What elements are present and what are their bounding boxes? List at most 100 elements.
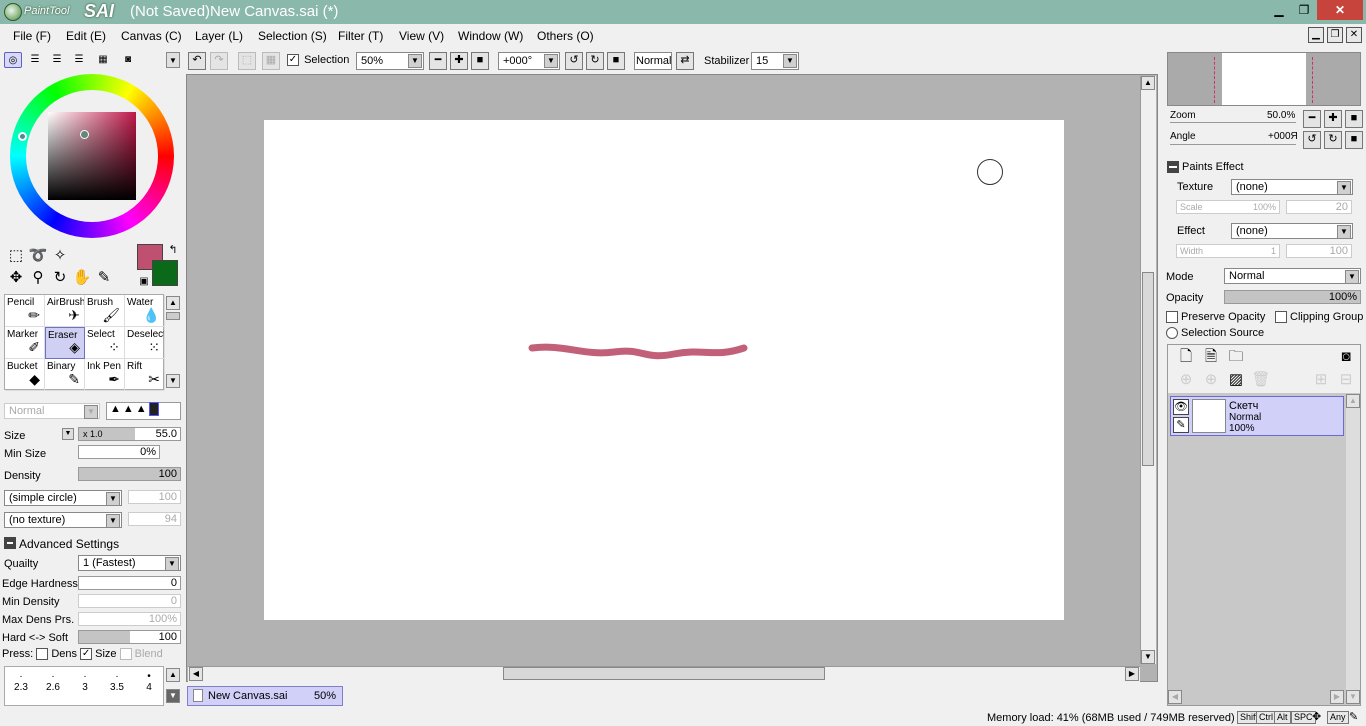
blend-mode-field[interactable]: Normal (634, 52, 672, 70)
mixer-icon[interactable]: ☰ (70, 52, 88, 68)
minimize-button[interactable]: ▁ (1267, 0, 1291, 20)
rect-select-icon[interactable]: ⬚ (6, 246, 26, 266)
transparent-color-icon[interactable]: ▣ (134, 272, 154, 292)
tool-rift[interactable]: Rift ✂ (125, 359, 165, 391)
saturation-value-square[interactable] (48, 112, 136, 200)
undo-button[interactable]: ↶ (188, 52, 206, 70)
size-range-button[interactable]: ▼ (62, 428, 74, 440)
layer-scroll-down[interactable]: ▼ (1346, 690, 1360, 704)
layer-hscroll-right[interactable]: ▶ (1330, 690, 1344, 704)
brush-size-preset[interactable]: · 3 (73, 671, 97, 693)
document-tab[interactable]: New Canvas.sai 50% (187, 686, 343, 706)
selection-source-radio[interactable] (1166, 327, 1178, 340)
background-color-swatch[interactable] (152, 260, 178, 286)
vscroll-up-arrow[interactable]: ▲ (1141, 76, 1155, 90)
lasso-icon[interactable]: ➰ (28, 246, 48, 266)
menu-file[interactable]: File (F) (13, 29, 51, 43)
brush-edge-selector[interactable]: ▲▲▲■ (106, 402, 181, 420)
close-button[interactable]: ✕ (1317, 0, 1363, 20)
new-layer-icon[interactable]: 🗋 (1176, 347, 1196, 367)
texture-scale-slider[interactable]: Scale 100% (1176, 200, 1280, 214)
nav-rotate-ccw-button[interactable]: ↺ (1303, 131, 1321, 149)
zoom-dropdown[interactable]: 50% ▼ (356, 52, 424, 70)
horizontal-scroll-thumb[interactable] (503, 667, 825, 680)
texture-strength-slider-right[interactable]: 20 (1286, 200, 1352, 214)
press-blend-checkbox[interactable] (119, 648, 132, 661)
edit-lock-icon[interactable]: ✎ (1173, 417, 1189, 433)
size-slider[interactable]: x 1.0 55.0 (78, 427, 181, 441)
zoom-out-button[interactable]: ━ (429, 52, 447, 70)
preserve-opacity-option[interactable]: Preserve Opacity (1166, 311, 1265, 324)
density-slider[interactable]: 100 (78, 467, 181, 481)
clipping-group-option[interactable]: Clipping Group (1275, 311, 1363, 324)
mdi-restore-button[interactable]: ❐ (1327, 27, 1343, 43)
invert-selection-button[interactable]: ▦ (262, 52, 280, 70)
move-icon[interactable]: ✥ (6, 268, 26, 288)
tool-pencil[interactable]: Pencil ✏ (5, 295, 45, 327)
vertical-scroll-thumb[interactable] (1142, 272, 1154, 466)
layer-item[interactable]: 👁 ✎ Скетч Normal 100% (1170, 396, 1344, 436)
tool-bucket[interactable]: Bucket ◆ (5, 359, 45, 391)
menu-layer[interactable]: Layer (L) (195, 29, 243, 43)
deselect-tb-button[interactable]: ⬚ (238, 52, 256, 70)
tool-water[interactable]: Water 💧 (125, 295, 165, 327)
delete-mask-icon[interactable]: ⊟ (1336, 370, 1356, 390)
rotate-cw-button[interactable]: ↻ (586, 52, 604, 70)
min-size-slider[interactable]: 0% (78, 445, 160, 459)
presets-scroll-up[interactable]: ▲ (166, 668, 180, 682)
delete-layer-icon[interactable]: 🗑 (1251, 370, 1271, 390)
effect-width-slider[interactable]: Width 1 (1176, 244, 1280, 258)
menu-others[interactable]: Others (O) (537, 29, 594, 43)
menu-selection[interactable]: Selection (S) (258, 29, 327, 43)
apply-mask-icon[interactable]: ⊞ (1311, 370, 1331, 390)
scratchpad-icon[interactable]: ◙ (119, 52, 137, 68)
effect-dropdown[interactable]: (none) ▼ (1231, 223, 1353, 239)
flip-button[interactable]: ⇄ (676, 52, 694, 70)
color-wheel-mode-icon[interactable]: ◎ (4, 52, 22, 68)
swap-colors-icon[interactable]: ↰ (163, 240, 183, 260)
texture-dropdown[interactable]: (none) ▼ (1231, 179, 1353, 195)
rotate-ccw-button[interactable]: ↺ (565, 52, 583, 70)
tool-select[interactable]: Select ⁘ (85, 327, 125, 359)
clipping-group-checkbox[interactable] (1275, 311, 1287, 324)
max-dens-slider[interactable]: 100% (78, 612, 181, 626)
menu-edit[interactable]: Edit (E) (66, 29, 106, 43)
brush-size-preset[interactable]: · 2.6 (41, 671, 65, 693)
rotate-icon[interactable]: ↻ (50, 268, 70, 288)
stabilizer-dropdown[interactable]: 15 ▼ (751, 52, 799, 70)
tool-scroll-up[interactable]: ▲ (166, 296, 180, 310)
color-panel-menu-button[interactable]: ▼ (166, 52, 180, 68)
nav-rotate-cw-button[interactable]: ↻ (1324, 131, 1342, 149)
layer-hscroll-left[interactable]: ◀ (1168, 690, 1182, 704)
hscroll-left-arrow[interactable]: ◀ (189, 667, 203, 681)
new-linework-layer-icon[interactable]: 🗎 (1201, 347, 1221, 367)
tool-brush[interactable]: Brush 🖌 (85, 295, 125, 327)
maximize-button[interactable]: ❐ (1292, 0, 1316, 20)
rgb-sliders-icon[interactable]: ☰ (26, 52, 44, 68)
zoom-reset-button[interactable]: ■ (471, 52, 489, 70)
layer-opacity-slider[interactable]: 100% (1224, 290, 1361, 304)
nav-angle-slider[interactable] (1170, 144, 1296, 145)
press-dens-checkbox[interactable] (36, 648, 49, 661)
menu-window[interactable]: Window (W) (458, 29, 523, 43)
tool-ink-pen[interactable]: Ink Pen ✒ (85, 359, 125, 391)
brush-shape-dropdown[interactable]: (simple circle) ▼ (4, 490, 122, 506)
merge-down-icon[interactable]: ⊕ (1201, 370, 1221, 390)
vscroll-down-arrow[interactable]: ▼ (1141, 650, 1155, 664)
tool-deselect[interactable]: Deselect ⁙ (125, 327, 165, 359)
layer-mask-icon[interactable]: ◙ (1336, 347, 1356, 367)
nav-zoom-slider[interactable] (1170, 122, 1296, 123)
nav-zoom-in-button[interactable]: ✚ (1324, 110, 1342, 128)
press-size-checkbox[interactable]: ✓ (80, 648, 93, 661)
brush-size-preset[interactable]: · 3.5 (105, 671, 129, 693)
effect-strength-slider[interactable]: 100 (1286, 244, 1352, 258)
menu-view[interactable]: View (V) (399, 29, 444, 43)
menu-canvas[interactable]: Canvas (C) (121, 29, 182, 43)
tool-scroll-down[interactable]: ▼ (166, 374, 180, 388)
tool-binary[interactable]: Binary ✎ (45, 359, 85, 391)
brush-size-preset[interactable]: · 2.3 (9, 671, 33, 693)
tool-airbrush[interactable]: AirBrush ✈ (45, 295, 85, 327)
nav-rotate-reset-button[interactable]: ■ (1345, 131, 1363, 149)
mdi-minimize-button[interactable]: ▁ (1308, 27, 1324, 43)
presets-scroll-down[interactable]: ▼ (166, 689, 180, 703)
